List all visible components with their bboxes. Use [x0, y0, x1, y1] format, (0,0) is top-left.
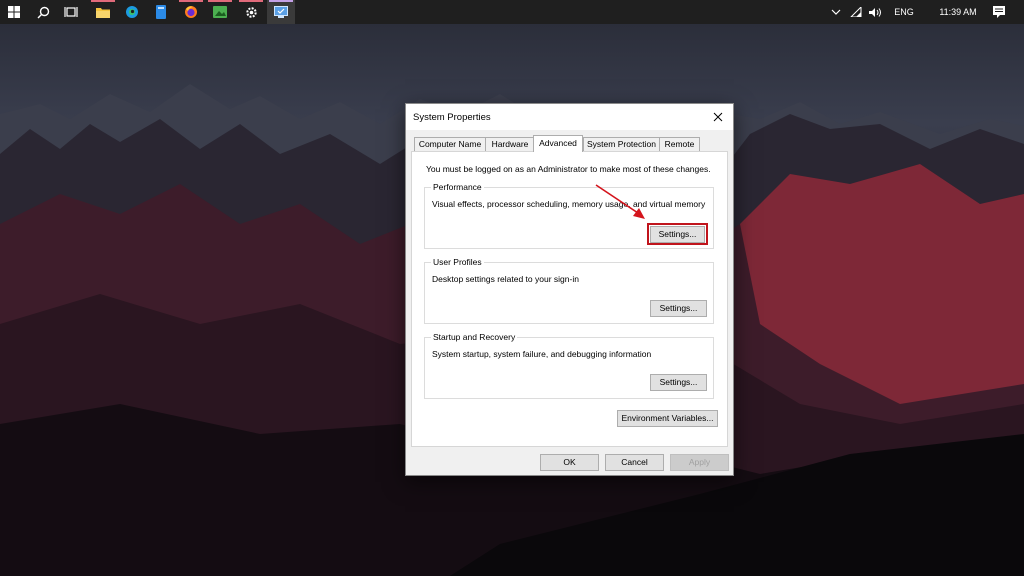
admin-note: You must be logged on as an Administrato… [426, 164, 711, 174]
startup-recovery-group: Startup and Recovery System startup, sys… [424, 332, 714, 399]
system-properties-dialog: System Properties Computer Name Hardware… [405, 103, 734, 476]
performance-group: Performance Visual effects, processor sc… [424, 182, 714, 249]
file-explorer-icon[interactable] [89, 0, 117, 24]
cancel-button[interactable]: Cancel [605, 454, 664, 471]
chevron-up-icon[interactable] [828, 0, 844, 24]
ok-button[interactable]: OK [540, 454, 599, 471]
app-icon[interactable] [147, 0, 175, 24]
edge-icon[interactable] [118, 0, 146, 24]
dialog-title: System Properties [413, 112, 491, 123]
startup-recovery-settings-button[interactable]: Settings... [650, 374, 707, 391]
tab-advanced[interactable]: Advanced [533, 135, 583, 152]
startup-recovery-desc: System startup, system failure, and debu… [432, 349, 652, 359]
performance-title: Performance [431, 182, 484, 192]
search-icon[interactable] [29, 0, 57, 24]
task-view-icon[interactable] [57, 0, 85, 24]
notification-icon[interactable] [988, 0, 1010, 24]
apply-button[interactable]: Apply [670, 454, 729, 471]
clock[interactable]: 11:39 AM [934, 0, 982, 24]
settings-gear-icon[interactable] [237, 0, 265, 24]
startup-recovery-title: Startup and Recovery [431, 332, 518, 342]
speaker-icon[interactable] [867, 0, 883, 24]
user-profiles-settings-button[interactable]: Settings... [650, 300, 707, 317]
photos-icon[interactable] [206, 0, 234, 24]
dialog-titlebar[interactable]: System Properties [406, 104, 733, 130]
tab-hardware[interactable]: Hardware [485, 137, 535, 151]
user-profiles-title: User Profiles [431, 257, 484, 267]
performance-desc: Visual effects, processor scheduling, me… [432, 199, 706, 209]
environment-variables-button[interactable]: Environment Variables... [617, 410, 718, 427]
taskbar: ENG 11:39 AM [0, 0, 1024, 24]
wifi-icon[interactable] [848, 0, 864, 24]
tab-system-protection[interactable]: System Protection [583, 137, 660, 151]
language-indicator[interactable]: ENG [887, 0, 921, 24]
advanced-tab-panel: You must be logged on as an Administrato… [411, 151, 728, 447]
tab-remote[interactable]: Remote [659, 137, 700, 151]
user-profiles-group: User Profiles Desktop settings related t… [424, 257, 714, 324]
system-properties-icon[interactable] [267, 0, 295, 24]
tab-computer-name[interactable]: Computer Name [414, 137, 486, 151]
close-icon [713, 112, 723, 122]
performance-settings-highlight [647, 223, 708, 245]
windows-start-icon[interactable] [0, 0, 28, 24]
firefox-icon[interactable] [177, 0, 205, 24]
close-button[interactable] [703, 104, 733, 130]
user-profiles-desc: Desktop settings related to your sign-in [432, 274, 579, 284]
